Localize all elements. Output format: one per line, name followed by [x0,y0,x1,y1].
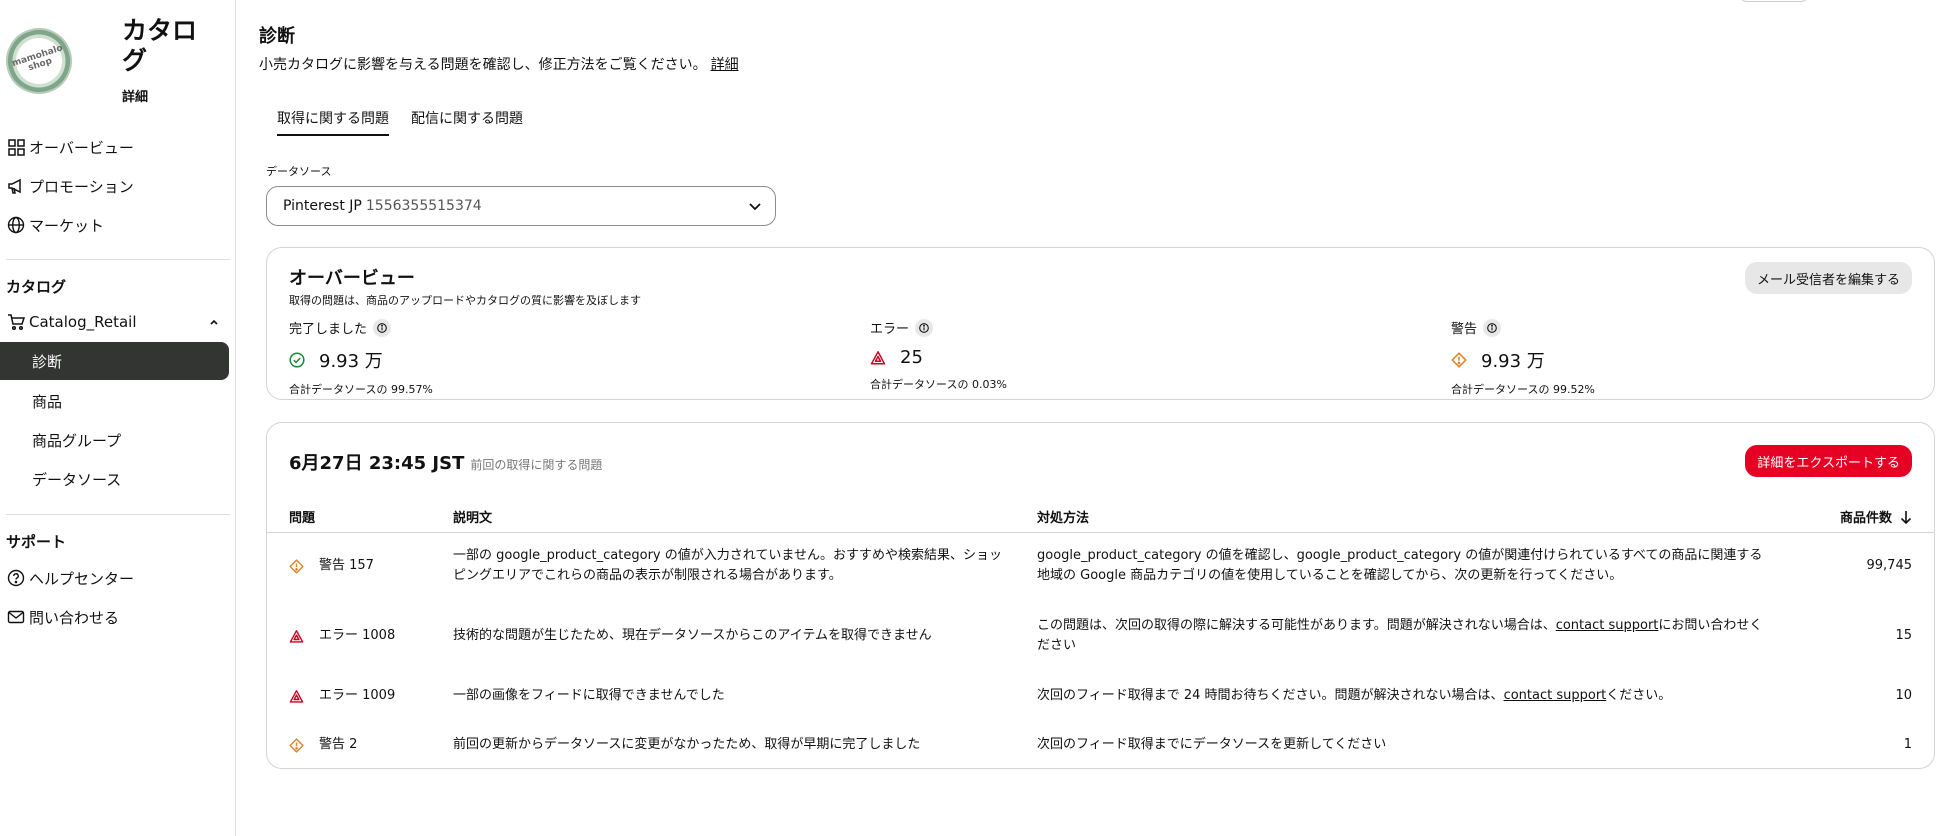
sidebar-item-datasources[interactable]: データソース [0,460,229,498]
globe-icon [6,215,26,235]
megaphone-icon [6,176,26,196]
overview-description: 取得の問題は、商品のアップロードやカタログの質に影響を及ぼします [289,294,641,307]
catalog-section-title: カタログ [6,278,67,296]
catalog-details-link[interactable]: 詳細 [122,86,148,105]
shop-logo: mamohalo shop [0,19,81,103]
support-section-title: サポート [6,533,67,551]
column-header-fix: 対処方法 [1037,511,1090,526]
sidebar-item-product-groups[interactable]: 商品グループ [0,421,229,459]
column-header-issue: 問題 [289,511,316,526]
metric-completed: 完了しました 9.93 万 合計データソースの 99.57% [289,318,689,397]
cart-icon [6,312,26,332]
edit-email-recipients-button[interactable]: メール受信者を編集する [1744,262,1912,294]
nav-market[interactable]: マーケット [6,210,104,240]
overview-card: オーバービュー 取得の問題は、商品のアップロードやカタログの質に影響を及ぼします… [266,247,1935,400]
catalog-title: カタログ [122,16,198,75]
sidebar: mamohalo shop カタログ 詳細 オーバービュー プロモーション マー… [0,0,236,836]
learn-more-link[interactable]: 詳細 [711,57,739,73]
tab-fetch-issues[interactable]: 取得に関する問題 [277,108,389,136]
info-icon[interactable] [1483,318,1502,337]
column-header-count[interactable]: 商品件数 [1840,507,1912,526]
chevron-down-icon [747,198,763,218]
warning-diamond-icon [289,558,305,574]
page-title: 診断 [259,26,295,47]
info-icon[interactable] [373,318,392,337]
info-icon[interactable] [915,318,934,337]
table-header-divider [267,532,1934,533]
table-row[interactable]: 警告 157 一部の google_product_category の値が入力… [267,546,1934,596]
mail-icon [6,607,26,627]
sidebar-item-products[interactable]: 商品 [0,382,229,420]
issue-tabs: 取得に関する問題 配信に関する問題 [277,108,523,136]
catalog-header: mamohalo shop カタログ 詳細 [0,14,231,110]
table-row[interactable]: エラー 1008 技術的な問題が生じたため、現在データソースからこのアイテムを取… [267,616,1934,666]
table-row[interactable]: 警告 2 前回の更新からデータソースに変更がなかったため、取得が早期に完了しまし… [267,735,1934,765]
column-header-description: 説明文 [453,511,493,526]
sidebar-divider [6,514,230,515]
chevron-up-icon [208,314,220,332]
top-scroll-pill [1739,0,1809,2]
table-row[interactable]: エラー 1009 一部の画像をフィードに取得できませんでした 次回のフィード取得… [267,686,1934,716]
fetch-date: 6月27日 23:45 JST 前回の取得に関する問題 [289,453,603,474]
nav-overview[interactable]: オーバービュー [6,132,134,162]
metric-errors: エラー 25 合計データソースの 0.03% [870,318,1270,392]
catalog-dropdown[interactable]: Catalog_Retail [6,307,220,337]
datasource-select[interactable]: Pinterest JP 1556355515374 [266,186,776,226]
issues-card: 6月27日 23:45 JST 前回の取得に関する問題 詳細をエクスポートする 問… [266,422,1935,769]
check-circle-icon [289,352,309,368]
tab-delivery-issues[interactable]: 配信に関する問題 [411,108,523,136]
nav-promotion[interactable]: プロモーション [6,171,134,201]
error-triangle-icon [870,350,890,366]
page-description: 小売カタログに影響を与える問題を確認し、修正方法をご覧ください。 詳細 [259,57,739,73]
nav-contact[interactable]: 問い合わせる [6,602,119,632]
contact-support-link[interactable]: contact support [1556,618,1659,633]
contact-support-link[interactable]: contact support [1504,688,1607,703]
sidebar-divider [6,259,230,260]
sort-arrow-down-icon [1900,510,1912,524]
overview-title: オーバービュー [289,268,415,289]
error-triangle-icon [289,629,305,644]
metric-warnings: 警告 9.93 万 合計データソースの 99.52% [1451,318,1851,397]
datasource-label: データソース [266,165,332,178]
error-triangle-icon [289,689,305,704]
warning-diamond-icon [289,737,305,753]
sidebar-item-diagnostics[interactable]: 診断 [0,342,229,380]
help-icon [6,568,26,588]
export-details-button[interactable]: 詳細をエクスポートする [1745,445,1912,477]
grid-icon [6,137,26,157]
warning-diamond-icon [1451,352,1471,368]
nav-help-center[interactable]: ヘルプセンター [6,563,134,593]
